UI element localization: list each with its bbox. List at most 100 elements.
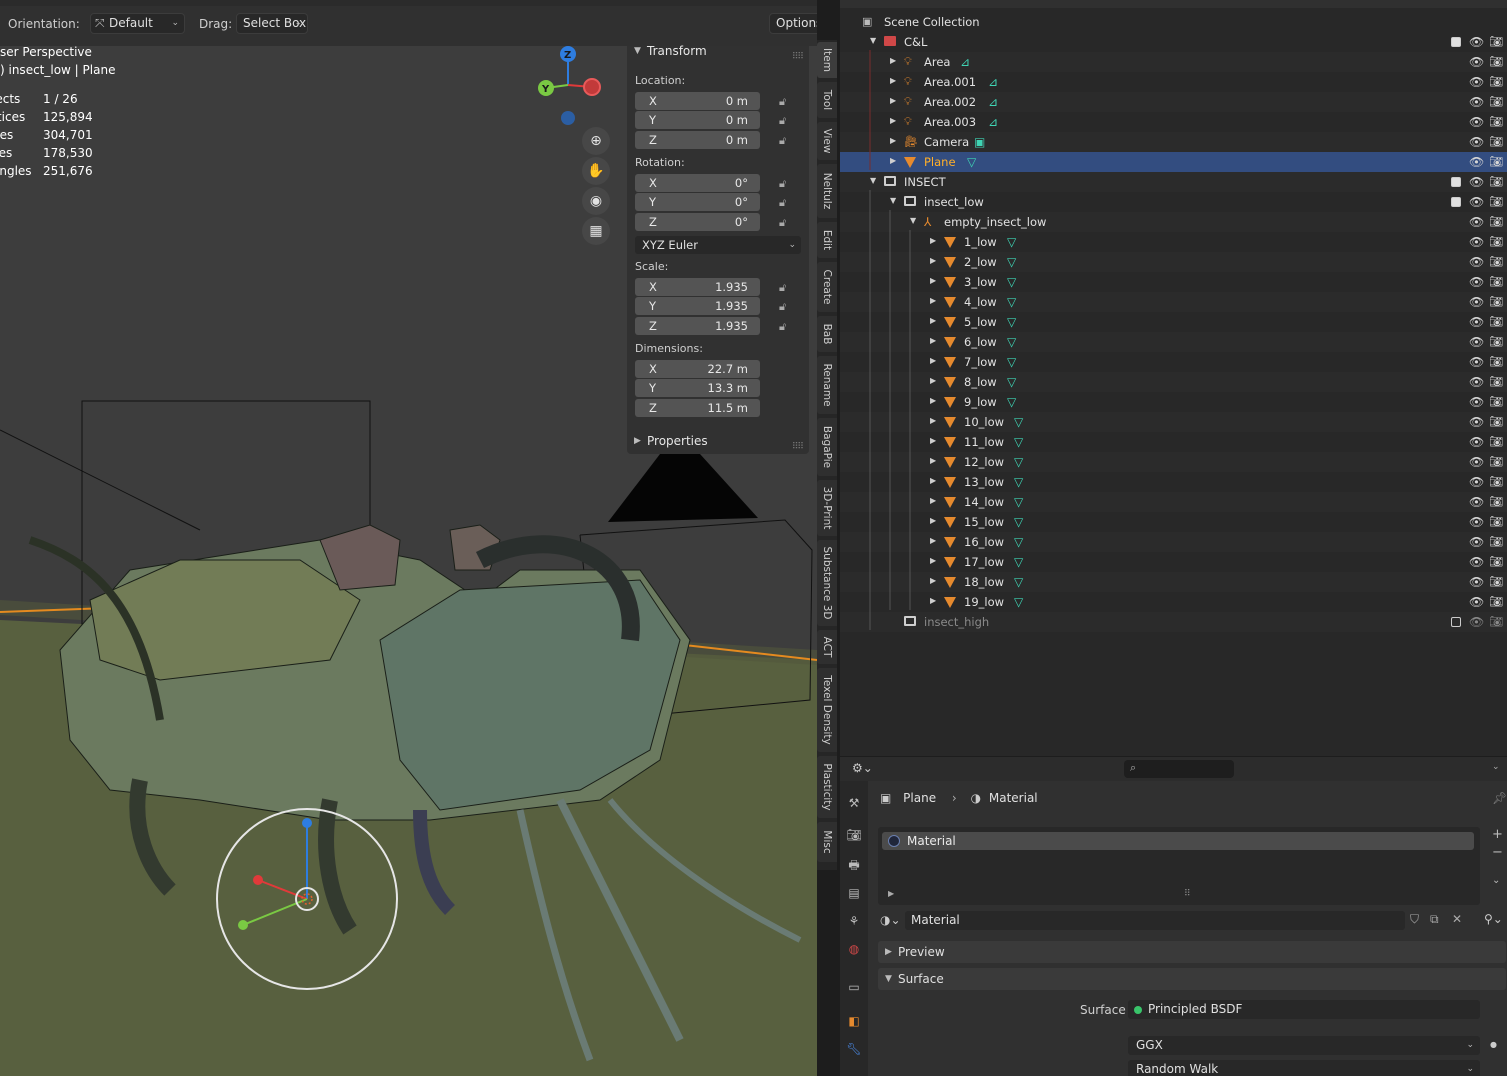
visibility-eye-icon[interactable]: 👁︎	[1469, 75, 1484, 89]
visibility-eye-icon[interactable]: 👁︎	[1469, 355, 1484, 369]
render-camera-icon[interactable]: 📷︎	[1489, 275, 1503, 288]
expand-arrow-icon[interactable]: ▶	[930, 356, 936, 365]
render-camera-icon[interactable]: 📷︎	[1489, 155, 1503, 168]
lock-icon[interactable]: 🔓︎	[779, 320, 793, 333]
render-camera-icon[interactable]: 📷︎	[1489, 615, 1503, 628]
pan-hand-icon[interactable]: ✋	[582, 157, 610, 185]
render-camera-icon[interactable]: 📷︎	[1489, 175, 1503, 188]
lock-icon[interactable]: 🔓︎	[779, 300, 793, 313]
render-camera-icon[interactable]: 📷︎	[1489, 595, 1503, 608]
lock-icon[interactable]: 🔓︎	[779, 114, 793, 127]
tab-bagapie[interactable]: BagaPie	[817, 418, 837, 476]
render-camera-icon[interactable]: 📷︎	[1489, 315, 1503, 328]
mesh-data-icon[interactable]: ▽	[967, 155, 983, 169]
render-camera-icon[interactable]: 📷︎	[1489, 95, 1503, 108]
expand-arrow-icon[interactable]: ▶	[930, 556, 936, 565]
render-camera-icon[interactable]: 📷︎	[1489, 75, 1503, 88]
visibility-eye-icon[interactable]: 👁︎	[1469, 335, 1484, 349]
render-camera-icon[interactable]: 📷︎	[1489, 555, 1503, 568]
view-layer-tab-icon[interactable]: ▤	[846, 885, 862, 901]
visibility-eye-icon[interactable]: 👁︎	[1469, 535, 1484, 549]
render-camera-icon[interactable]: 📷︎	[1489, 475, 1503, 488]
node-link-icon[interactable]: ⚲⌄	[1484, 912, 1503, 926]
visibility-eye-icon[interactable]: 👁︎	[1469, 115, 1484, 129]
tab-3d-print[interactable]: 3D-Print	[817, 480, 837, 536]
orientation-dropdown[interactable]: ⤧ Default ⌄	[90, 13, 185, 34]
mesh-data-icon[interactable]: ▽	[1007, 375, 1023, 389]
drag-handle-icon[interactable]: ⠿⠿	[792, 436, 804, 458]
outliner-row[interactable]: ▶ 10_low ▽ 👁︎ 📷︎	[840, 412, 1507, 432]
render-camera-icon[interactable]: 📷︎	[1489, 215, 1503, 228]
visibility-eye-icon[interactable]: 👁︎	[1469, 315, 1484, 329]
surface-shader-field[interactable]: Principled BSDF	[1128, 1000, 1480, 1019]
scale-x-field[interactable]: X 1.935	[635, 278, 760, 296]
mesh-data-icon[interactable]: ▽	[1014, 535, 1030, 549]
visibility-eye-icon[interactable]: 👁︎	[1469, 515, 1484, 529]
tab-substance-3d[interactable]: Substance 3D	[817, 540, 837, 626]
outliner-row[interactable]: ▶ 9_low ▽ 👁︎ 📷︎	[840, 392, 1507, 412]
expand-arrow-icon[interactable]: ▶	[930, 276, 936, 285]
mesh-data-icon[interactable]: ▽	[1007, 315, 1023, 329]
visibility-eye-icon[interactable]: 👁︎	[1469, 495, 1484, 509]
scene-tab-icon[interactable]: ⚘	[846, 913, 862, 929]
visibility-eye-icon[interactable]: 👁︎	[1469, 135, 1484, 149]
outliner-row[interactable]: ▶ 14_low ▽ 👁︎ 📷︎	[840, 492, 1507, 512]
tool-tab-icon[interactable]: ⚒	[846, 795, 862, 811]
outliner-row[interactable]: ▶ Plane ▽ 👁︎ 📷︎	[840, 152, 1507, 172]
expand-arrow-icon[interactable]: ▶	[930, 536, 936, 545]
expand-arrow-icon[interactable]: ▶	[930, 396, 936, 405]
preview-panel-header[interactable]: ▶ Preview	[878, 941, 1506, 963]
expand-arrow-icon[interactable]: ▶	[930, 576, 936, 585]
zoom-icon[interactable]: ⊕	[582, 127, 610, 155]
outliner-row[interactable]: ▶ 18_low ▽ 👁︎ 📷︎	[840, 572, 1507, 592]
expand-arrow-icon[interactable]: ▶	[930, 316, 936, 325]
scene-collection-row[interactable]: ▣ Scene Collection	[840, 12, 1507, 32]
render-camera-icon[interactable]: 📷︎	[1489, 335, 1503, 348]
mesh-data-icon[interactable]: ▽	[1007, 255, 1023, 269]
properties-editor[interactable]: ⚙⌄ ⌕ ⌄ ⚒ 📷︎ 🖶︎ ▤ ⚘ ◍ ▭ ◧ 🔧︎ ▣ Plane › ◑ …	[840, 757, 1507, 1076]
render-camera-icon[interactable]: 📷︎	[1489, 535, 1503, 548]
tab-texel-density[interactable]: Texel Density	[817, 668, 837, 752]
keyframe-dot-icon[interactable]: ●	[1490, 1040, 1497, 1049]
render-camera-icon[interactable]: 📷︎	[1489, 195, 1503, 208]
outliner-row[interactable]: ▶ 6_low ▽ 👁︎ 📷︎	[840, 332, 1507, 352]
render-tab-icon[interactable]: 📷︎	[846, 827, 862, 843]
drag-dropdown[interactable]: Select Box ⌄	[236, 13, 308, 34]
rotation-x-field[interactable]: X 0°	[635, 174, 760, 192]
light-data-icon[interactable]: ⊿	[960, 55, 976, 69]
mesh-data-icon[interactable]: ▽	[1007, 275, 1023, 289]
visibility-eye-icon[interactable]: 👁︎	[1469, 595, 1484, 609]
render-camera-icon[interactable]: 📷︎	[1489, 495, 1503, 508]
exclude-checkbox[interactable]	[1451, 617, 1461, 627]
properties-search-input[interactable]: ⌕	[1124, 760, 1234, 778]
visibility-eye-icon[interactable]: 👁︎	[1469, 55, 1484, 69]
collection-tab-icon[interactable]: ▭	[846, 979, 862, 995]
properties-panel-header[interactable]: ▶ Properties ⠿⠿	[627, 430, 809, 452]
tab-view[interactable]: View	[817, 122, 837, 160]
outliner-row[interactable]: ▶ 7_low ▽ 👁︎ 📷︎	[840, 352, 1507, 372]
exclude-checkbox[interactable]	[1451, 37, 1461, 47]
3d-viewport[interactable]: Orientation: ⤧ Default ⌄ Drag: Select Bo…	[0, 0, 817, 1076]
visibility-eye-icon[interactable]: 👁︎	[1469, 35, 1484, 49]
lock-icon[interactable]: 🔓︎	[779, 216, 793, 229]
material-name-field[interactable]: Material	[905, 911, 1405, 930]
grid-projection-icon[interactable]: ▦	[582, 217, 610, 245]
visibility-eye-icon[interactable]: 👁︎	[1469, 455, 1484, 469]
tab-create[interactable]: Create	[817, 262, 837, 312]
exclude-checkbox[interactable]	[1451, 197, 1461, 207]
fake-user-shield-icon[interactable]: ⛉	[1410, 912, 1419, 927]
outliner-row[interactable]: insect_high 👁︎ 📷︎	[840, 612, 1507, 632]
visibility-eye-icon[interactable]: 👁︎	[1469, 275, 1484, 289]
render-camera-icon[interactable]: 📷︎	[1489, 135, 1503, 148]
expand-arrow-icon[interactable]: ▶	[930, 476, 936, 485]
visibility-eye-icon[interactable]: 👁︎	[1469, 375, 1484, 389]
add-slot-button[interactable]: +	[1492, 827, 1503, 842]
mesh-data-icon[interactable]: ▽	[1014, 475, 1030, 489]
drag-handle-icon[interactable]: ⠿⠿	[792, 46, 804, 68]
outliner-row[interactable]: ▶ 💡︎ Area.002 ⊿ 👁︎ 📷︎	[840, 92, 1507, 112]
visibility-eye-icon[interactable]: 👁︎	[1469, 175, 1484, 189]
mesh-data-icon[interactable]: ▽	[1014, 575, 1030, 589]
tab-tool[interactable]: Tool	[817, 82, 837, 118]
outliner-row[interactable]: ▼ insect_low 👁︎ 📷︎	[840, 192, 1507, 212]
render-camera-icon[interactable]: 📷︎	[1489, 255, 1503, 268]
